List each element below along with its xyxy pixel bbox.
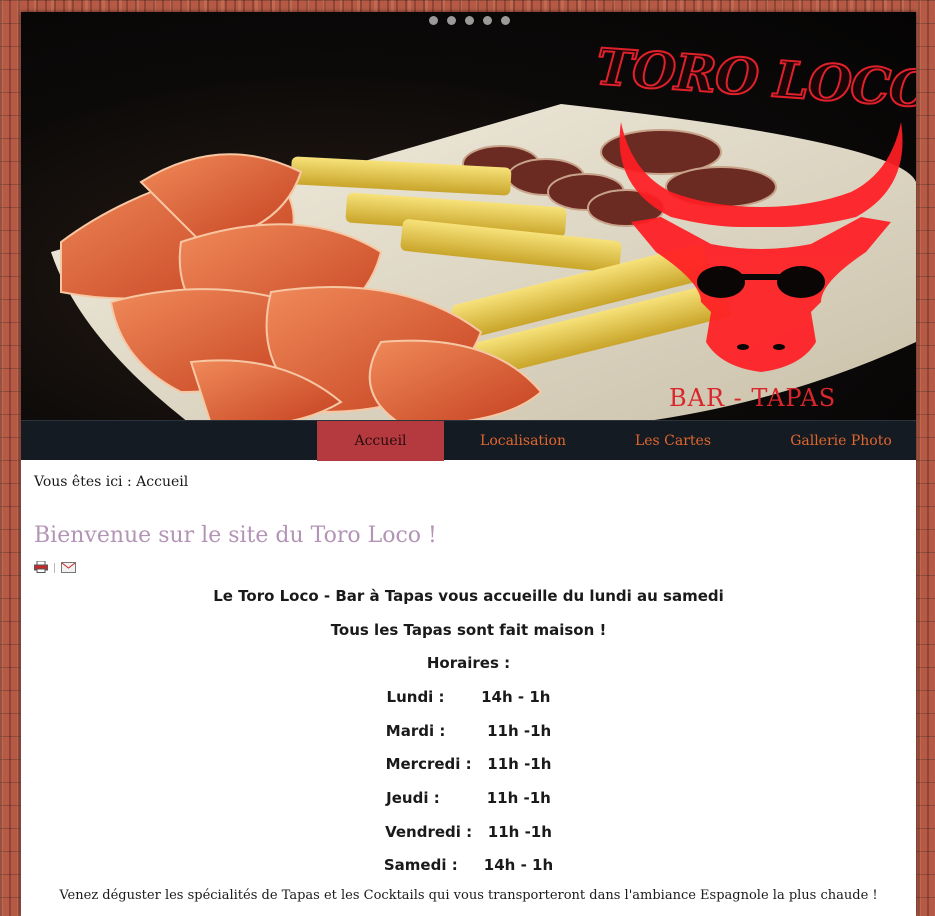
breadcrumb: Vous êtes ici : Accueil	[34, 474, 189, 490]
slider-dots	[429, 16, 510, 25]
main-nav: Accueil Localisation Les Cartes Gallerie…	[21, 420, 916, 461]
slider-dot[interactable]	[429, 16, 438, 25]
logo-subtitle: BAR - TAPAS	[669, 384, 837, 412]
nav-item-accueil[interactable]: Accueil	[317, 421, 444, 461]
page-container: TORO LOCO BAR - TAPAS Accueil Localisati…	[21, 12, 916, 916]
hours-row: Mercredi : 11h -1h	[385, 755, 552, 773]
intro-text: Le Toro Loco - Bar à Tapas vous accueill…	[213, 587, 724, 605]
header-banner: TORO LOCO BAR - TAPAS	[21, 12, 916, 460]
closing-text: Venez déguster les spécialités de Tapas …	[59, 888, 878, 903]
slider-dot[interactable]	[465, 16, 474, 25]
printer-icon[interactable]	[34, 558, 48, 577]
tool-separator	[54, 562, 55, 573]
hours-row: Samedi : 14h - 1h	[383, 856, 554, 874]
nav-item-gallerie-photo[interactable]: Gallerie Photo	[776, 421, 906, 461]
hours-row: Jeudi : 11h -1h	[386, 789, 551, 807]
slider-dot[interactable]	[501, 16, 510, 25]
article-tools	[34, 558, 76, 577]
nav-item-localisation[interactable]: Localisation	[461, 421, 585, 461]
email-icon[interactable]	[61, 558, 76, 577]
hours-row: Lundi : 14h - 1h	[386, 688, 551, 706]
slider-dot[interactable]	[483, 16, 492, 25]
hours-title: Horaires :	[426, 654, 511, 672]
homemade-text: Tous les Tapas sont fait maison !	[330, 621, 607, 639]
page-title: Bienvenue sur le site du Toro Loco !	[34, 523, 437, 548]
slider-dot[interactable]	[447, 16, 456, 25]
hours-row: Vendredi : 11h -1h	[385, 823, 552, 841]
hours-row: Mardi : 11h -1h	[385, 722, 552, 740]
nav-item-les-cartes[interactable]: Les Cartes	[615, 421, 731, 461]
